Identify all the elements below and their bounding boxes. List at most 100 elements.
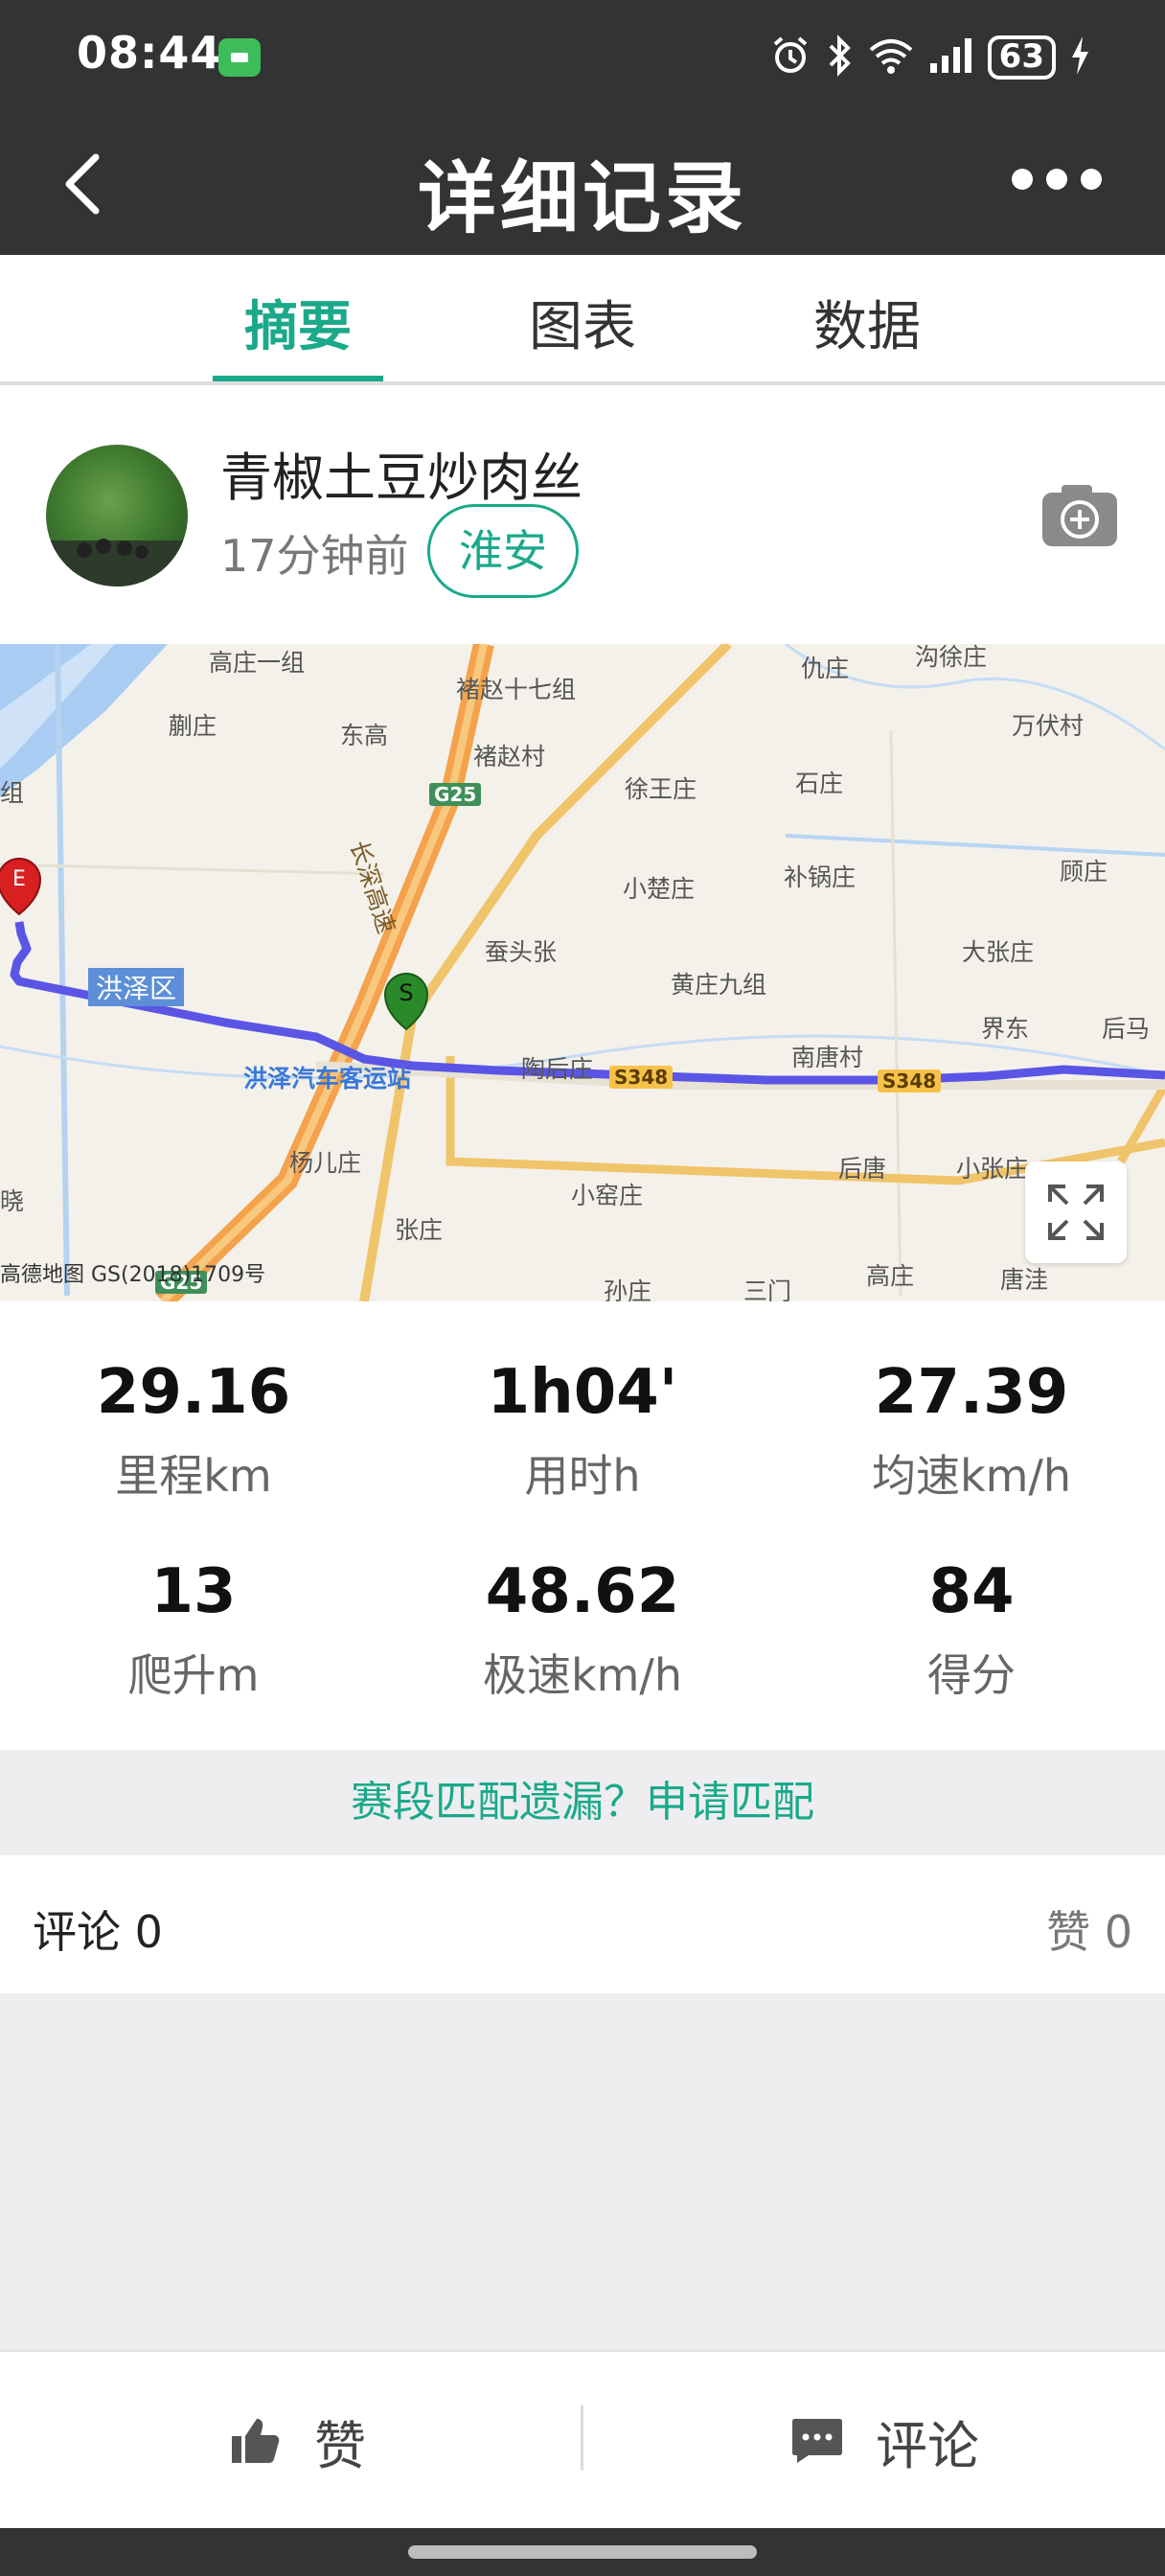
station-label: 洪泽汽车客运站 [243, 1065, 412, 1092]
map-label: 三门 [743, 1277, 792, 1301]
comment-label: 评论 [876, 2415, 979, 2476]
like-count[interactable]: 赞 0 [1046, 1898, 1132, 1961]
stat-value: 27.39 [874, 1357, 1069, 1428]
stat-max-speed: 48.62 极速km/h [389, 1556, 776, 1704]
time-ago: 17分钟前 [220, 530, 409, 582]
home-gesture-handle[interactable] [408, 2545, 757, 2559]
comment-icon [792, 2419, 842, 2463]
status-time: 08:44 [77, 27, 222, 79]
user-info: 青椒土豆炒肉丝 17分钟前 淮安 [0, 385, 1165, 644]
more-options-icon[interactable] [1012, 169, 1102, 190]
map-label: 小窑庄 [571, 1182, 644, 1209]
username[interactable]: 青椒土豆炒肉丝 [220, 435, 582, 511]
city-tag[interactable]: 淮安 [427, 504, 579, 598]
svg-text:E: E [12, 867, 26, 891]
map-label: 张庄 [395, 1216, 444, 1244]
comments-summary: 评论 0 赞 0 [0, 1855, 1165, 1993]
map-label: 黄庄九组 [671, 971, 767, 999]
map-label: 补锅庄 [784, 863, 857, 891]
stat-value: 1h04' [487, 1357, 678, 1428]
route-map[interactable]: S E 高庄一组 褚赵十七组 仇庄 沟徐庄 蒯庄 东高 褚赵村 万伏村 徐王庄 … [0, 644, 1165, 1301]
signal-icon [928, 36, 974, 79]
map-copyright: 高德地图 GS(2018)1709号 [0, 1263, 266, 1287]
app-notification-icon [218, 38, 261, 77]
end-marker[interactable]: E [0, 858, 42, 916]
map-label: 高庄 [866, 1262, 915, 1290]
stat-label: 里程km [115, 1450, 272, 1502]
map-label: 唐洼 [1000, 1266, 1049, 1294]
map-label: 陶后庄 [521, 1055, 594, 1083]
top-bar: 08:44 63 详细记录 [0, 0, 1165, 255]
status-bar: 08:44 63 [0, 0, 1165, 115]
map-label: 组 [0, 779, 25, 807]
stat-avg-speed: 27.39 均速km/h [778, 1357, 1165, 1505]
svg-text:S: S [399, 979, 413, 1006]
map-label: 徐王庄 [625, 775, 697, 803]
map-expand-button[interactable] [1025, 1162, 1127, 1263]
page-title: 详细记录 [417, 153, 747, 244]
map-label: 后唐 [838, 1155, 887, 1183]
thumbs-up-icon [232, 2419, 280, 2463]
stat-label: 用时h [524, 1450, 641, 1502]
stat-label: 爬升m [127, 1649, 260, 1701]
map-label: 界东 [981, 1015, 1030, 1043]
map-label: 杨儿庄 [289, 1149, 362, 1177]
stat-value: 84 [928, 1556, 1015, 1627]
bluetooth-icon [825, 34, 854, 80]
stat-label: 均速km/h [871, 1450, 1072, 1502]
wifi-icon [867, 34, 915, 80]
active-tab-indicator [213, 376, 383, 381]
comment-count[interactable]: 评论 0 [33, 1898, 163, 1961]
stat-duration: 1h04' 用时h [389, 1357, 776, 1505]
camera-add-icon[interactable] [1040, 481, 1119, 548]
road-badge: G25 [429, 783, 482, 806]
map-label: 大张庄 [962, 938, 1035, 966]
stat-distance: 29.16 里程km [0, 1357, 387, 1505]
stat-value: 13 [150, 1556, 237, 1627]
map-label: 蒯庄 [169, 712, 217, 740]
avatar[interactable] [46, 445, 188, 586]
map-label: 孙庄 [604, 1277, 652, 1301]
expand-icon [1048, 1184, 1104, 1240]
divider [581, 2405, 583, 2471]
map-label: 高庄一组 [209, 649, 306, 677]
tab-summary[interactable]: 摘要 [202, 284, 394, 361]
map-label: 东高 [340, 722, 389, 749]
like-button[interactable]: 赞 [230, 2352, 366, 2530]
tab-charts[interactable]: 图表 [487, 284, 678, 361]
start-marker[interactable]: S [383, 973, 429, 1031]
road-badge: S348 [609, 1066, 674, 1089]
map-label: 后马 [1102, 1015, 1151, 1043]
map-label: 石庄 [795, 770, 844, 797]
map-label: 南唐村 [791, 1044, 864, 1071]
comment-button[interactable]: 评论 [791, 2352, 979, 2530]
segment-match-link[interactable]: 赛段匹配遗漏？申请匹配 [0, 1750, 1165, 1855]
map-label: 小楚庄 [623, 875, 696, 903]
tab-bar: 摘要 图表 数据 [0, 255, 1165, 385]
map-label: 蚕头张 [485, 938, 558, 966]
map-label: 晓 [0, 1187, 25, 1215]
stat-score: 84 得分 [778, 1556, 1165, 1704]
system-nav-bar [0, 2528, 1165, 2576]
bottom-action-bar: 赞 评论 [0, 2350, 1165, 2528]
stat-value: 29.16 [96, 1357, 291, 1428]
map-label: 褚赵十七组 [456, 676, 577, 703]
battery-indicator: 63 [987, 35, 1056, 80]
stat-label: 得分 [927, 1649, 1016, 1701]
map-label: 小张庄 [956, 1155, 1029, 1183]
charging-icon [1069, 34, 1090, 80]
map-label: 仇庄 [801, 655, 850, 682]
map-label: 褚赵村 [473, 743, 546, 770]
ride-stats: 29.16 里程km 1h04' 用时h 27.39 均速km/h 13 爬升m… [0, 1301, 1165, 1750]
map-label: 万伏村 [1012, 712, 1085, 740]
like-label: 赞 [314, 2415, 366, 2476]
stat-value: 48.62 [485, 1556, 680, 1627]
district-label: 洪泽区 [88, 968, 185, 1006]
stat-climb: 13 爬升m [0, 1556, 387, 1704]
road-badge: S348 [878, 1070, 942, 1092]
map-label: 顾庄 [1060, 858, 1108, 886]
map-label: 沟徐庄 [915, 644, 988, 671]
tab-data[interactable]: 数据 [771, 284, 963, 361]
status-icons: 63 [769, 29, 1090, 86]
stat-label: 极速km/h [482, 1649, 683, 1701]
